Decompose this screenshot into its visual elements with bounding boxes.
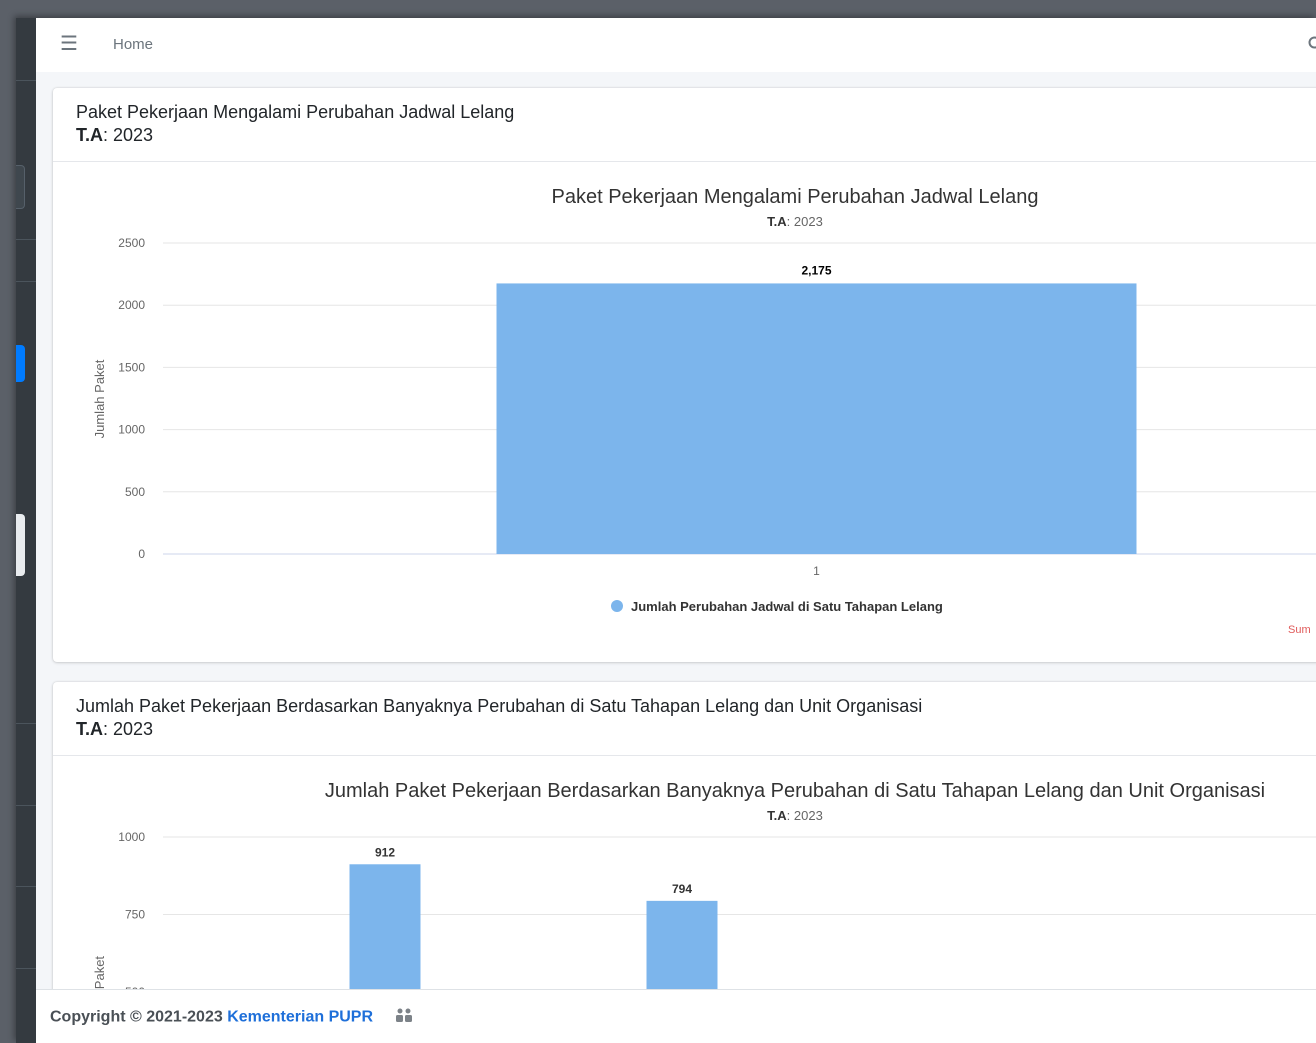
y-tick-label: 1000 xyxy=(118,830,145,844)
fiscal-year-label: T.A xyxy=(76,125,103,145)
y-axis-title: Jumlah Paket xyxy=(92,359,107,438)
chart-card-perubahan-jadwal: Paket Pekerjaan Mengalami Perubahan Jadw… xyxy=(53,88,1316,662)
sidebar-divider xyxy=(16,805,36,806)
chart-title: Paket Pekerjaan Mengalami Perubahan Jadw… xyxy=(552,186,1039,208)
x-tick-label: 1 xyxy=(813,564,820,578)
sidebar-divider xyxy=(16,281,36,282)
data-label: 912 xyxy=(375,845,395,859)
sidebar-search-box[interactable] xyxy=(16,165,25,209)
fiscal-year-value: : 2023 xyxy=(103,719,154,739)
chart-legend[interactable]: Jumlah Perubahan Jadwal di Satu Tahapan … xyxy=(611,599,943,614)
y-tick-label: 750 xyxy=(125,908,145,922)
sidebar-divider xyxy=(16,886,36,887)
people-icon xyxy=(395,1008,413,1027)
sidebar-item-highlight[interactable] xyxy=(16,514,25,576)
y-tick-label: 0 xyxy=(138,547,145,561)
chart-title: Jumlah Paket Pekerjaan Berdasarkan Banya… xyxy=(325,780,1265,802)
legend-marker xyxy=(611,600,623,612)
card-title: Jumlah Paket Pekerjaan Berdasarkan Banya… xyxy=(76,696,923,716)
nav-home-link[interactable]: Home xyxy=(113,36,153,53)
fiscal-year-value: : 2023 xyxy=(103,125,154,145)
bar xyxy=(496,283,1137,554)
chart-subtitle-value: : 2023 xyxy=(787,214,823,229)
sidebar-divider xyxy=(16,239,36,240)
data-label: 794 xyxy=(672,882,692,896)
y-tick-label: 1000 xyxy=(118,423,145,437)
y-tick-label: 1500 xyxy=(118,360,145,374)
card-header: Jumlah Paket Pekerjaan Berdasarkan Banya… xyxy=(53,682,1316,756)
y-tick-label: 500 xyxy=(125,485,145,499)
source-link[interactable]: Sum xyxy=(1288,624,1311,636)
sidebar xyxy=(16,18,36,1043)
chart-subtitle-value: : 2023 xyxy=(787,808,823,823)
fiscal-year-label: T.A xyxy=(76,719,103,739)
card-fiscal-year: T.A: 2023 xyxy=(76,125,153,146)
sidebar-divider xyxy=(16,968,36,969)
search-icon[interactable] xyxy=(1308,36,1316,57)
chart-subtitle-label: T.A xyxy=(767,808,787,823)
sidebar-active-item[interactable] xyxy=(16,345,25,382)
sidebar-divider xyxy=(16,723,36,724)
chart-subtitle-label: T.A xyxy=(767,214,787,229)
sidebar-divider xyxy=(16,80,36,81)
copyright-text: Copyright © 2021-2023 xyxy=(50,1008,223,1026)
card-title: Paket Pekerjaan Mengalami Perubahan Jadw… xyxy=(76,102,515,122)
y-tick-label: 2500 xyxy=(118,236,145,250)
y-tick-label: 2000 xyxy=(118,298,145,312)
copyright: Copyright © 2021-2023 Kementerian PUPR xyxy=(50,1008,413,1027)
footer: Copyright © 2021-2023 Kementerian PUPR xyxy=(36,989,1316,1043)
menu-toggle-icon[interactable]: ☰ xyxy=(60,31,78,56)
card-fiscal-year: T.A: 2023 xyxy=(76,719,153,740)
chart-perubahan-jadwal: Paket Pekerjaan Mengalami Perubahan Jadw… xyxy=(92,186,1316,614)
app-window: ☰ Home Paket Pekerjaan Mengalami Perubah… xyxy=(16,18,1316,1043)
top-navbar: ☰ Home xyxy=(36,18,1316,72)
legend-item[interactable]: Jumlah Perubahan Jadwal di Satu Tahapan … xyxy=(631,599,943,614)
chart-subtitle: T.A: 2023 xyxy=(767,808,823,823)
chart-subtitle: T.A: 2023 xyxy=(767,214,823,229)
data-label: 2,175 xyxy=(801,263,831,277)
card-header: Paket Pekerjaan Mengalami Perubahan Jadw… xyxy=(53,88,1316,162)
org-link[interactable]: Kementerian PUPR xyxy=(227,1009,373,1026)
